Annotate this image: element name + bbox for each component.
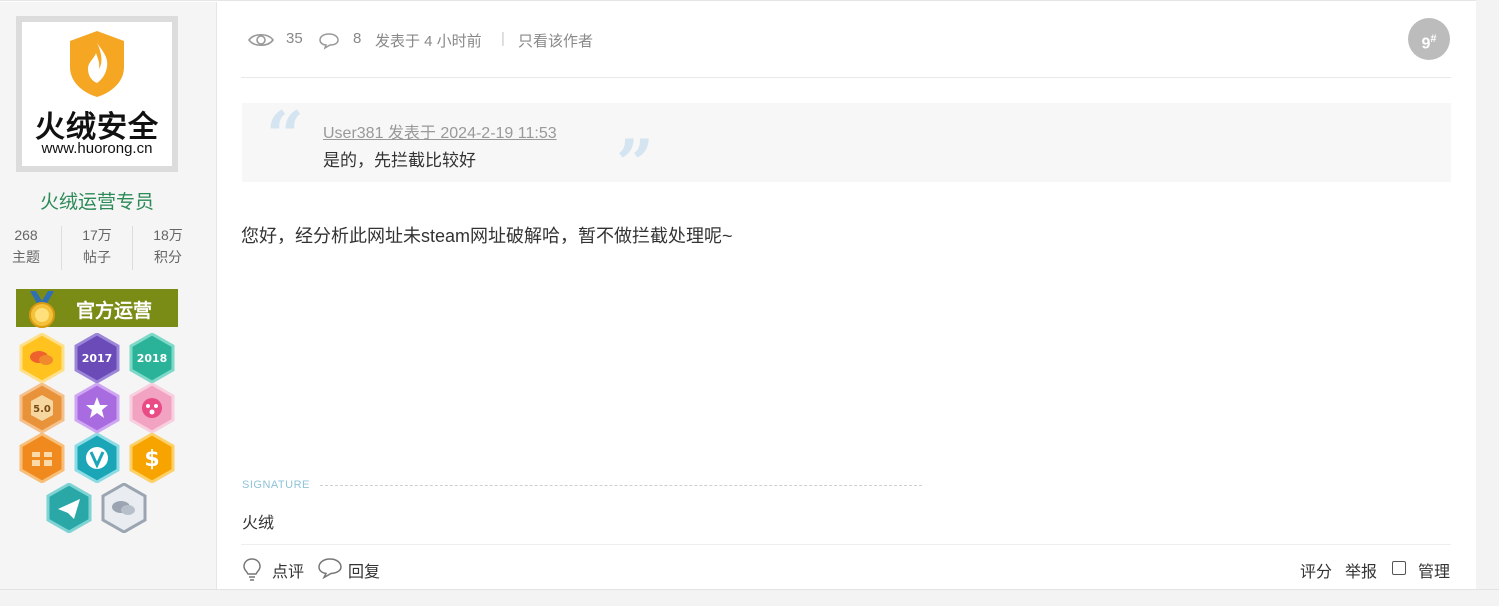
role-badge: 官方运营 (16, 289, 178, 328)
reply-bubble-icon[interactable] (317, 557, 343, 579)
medal-icon (29, 291, 55, 328)
divider (241, 77, 1451, 78)
stat-value: 268 (14, 227, 38, 243)
author-stats: 268 主题 17万 帖子 18万 积分 (0, 224, 204, 272)
manage-checkbox[interactable] (1392, 561, 1406, 575)
star-medal-icon[interactable] (74, 383, 120, 433)
lightbulb-icon[interactable] (242, 557, 262, 581)
divider (241, 544, 1451, 545)
page-bottom-strip (0, 589, 1499, 606)
avatar[interactable]: 火绒安全 www.huorong.cn (16, 16, 178, 172)
signature-label: SIGNATURE (242, 479, 310, 491)
report-button[interactable]: 举报 (1345, 558, 1377, 582)
posted-time: 发表于 4 小时前 (375, 33, 482, 50)
stat-value: 17万 (82, 227, 112, 243)
post-content: 您好，经分析此网址未steam网址破解哈，暂不做拦截处理呢~ (241, 226, 733, 246)
stat-threads[interactable]: 268 主题 (0, 224, 56, 268)
comment-button[interactable]: 点评 (272, 558, 304, 582)
stat-divider (61, 226, 62, 270)
medal-label: 5.0 (33, 404, 51, 415)
chat-medal-icon[interactable] (19, 333, 65, 383)
rate-button[interactable]: 评分 (1300, 558, 1332, 582)
quote-header[interactable]: User381 发表于 2024-2-19 11:53 (323, 119, 557, 143)
vip-medal-icon[interactable] (74, 433, 120, 483)
paper-plane-medal-icon[interactable] (46, 483, 92, 533)
svg-text:$: $ (144, 447, 159, 472)
manage-button[interactable]: 管理 (1418, 558, 1450, 582)
view-count: 35 (286, 30, 303, 47)
eye-icon (248, 33, 274, 47)
author-sidebar: 火绒安全 www.huorong.cn 火绒运营专员 268 主题 17万 帖子… (0, 2, 217, 590)
open-quote-icon: “ (266, 97, 304, 175)
stat-label: 主题 (12, 249, 40, 265)
grey-chat-medal-icon[interactable] (101, 483, 147, 533)
quote-body: 是的，先拦截比较好 (323, 151, 476, 170)
signature-divider (320, 485, 922, 486)
pink-face-medal-icon[interactable] (129, 383, 175, 433)
medal-label: 2017 (82, 352, 113, 365)
reply-count: 8 (353, 30, 362, 47)
medal-label: 2018 (137, 352, 168, 365)
post-container: 火绒安全 www.huorong.cn 火绒运营专员 268 主题 17万 帖子… (0, 0, 1476, 590)
role-label: 官方运营 (76, 301, 153, 322)
signature-text: 火绒 (242, 515, 275, 532)
stat-divider (132, 226, 133, 270)
2017-medal-icon[interactable]: 2017 (74, 333, 120, 383)
floor-number-badge[interactable]: 9# (1408, 18, 1450, 60)
reply-button[interactable]: 回复 (348, 558, 380, 582)
stat-points[interactable]: 18万 积分 (138, 224, 198, 268)
author-name[interactable]: 火绒运营专员 (0, 187, 194, 214)
stat-label: 帖子 (83, 249, 111, 265)
meta-separator: | (501, 30, 505, 47)
stat-label: 积分 (154, 249, 182, 265)
comment-icon (319, 33, 339, 50)
logo-url: www.huorong.cn (41, 140, 153, 157)
gift-medal-icon[interactable] (19, 433, 65, 483)
2018-medal-icon[interactable]: 2018 (129, 333, 175, 383)
close-quote-icon: ” (616, 125, 654, 203)
only-author-link[interactable]: 只看该作者 (518, 30, 593, 51)
quote-block: “ User381 发表于 2024-2-19 11:53 是的，先拦截比较好 … (242, 97, 1451, 203)
five-medal-icon[interactable]: 5.0 (19, 383, 65, 433)
stat-value: 18万 (153, 227, 183, 243)
floor-suffix: # (1430, 33, 1437, 45)
stat-posts[interactable]: 17万 帖子 (67, 224, 127, 268)
coin-medal-icon[interactable]: $ (129, 433, 175, 483)
huorong-shield-logo (70, 31, 124, 97)
